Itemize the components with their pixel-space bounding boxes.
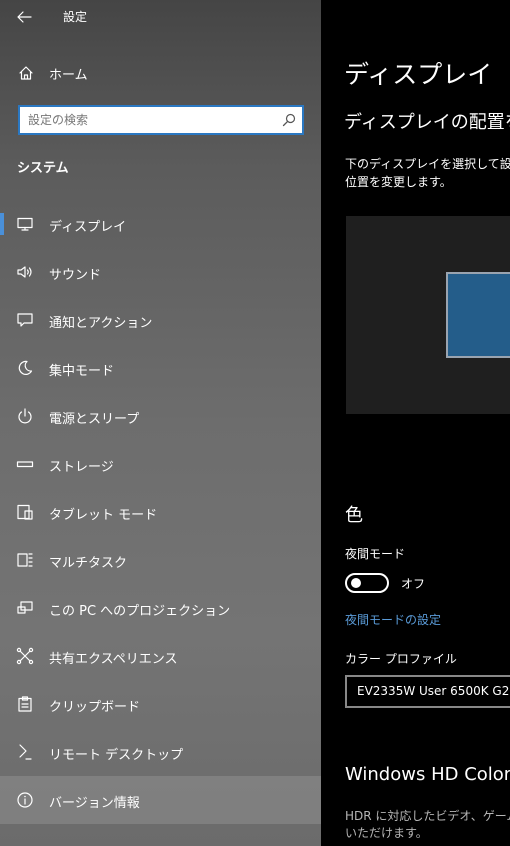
sidebar-item-label: 集中モード [49, 364, 115, 379]
sidebar-item-notifications[interactable]: 通知とアクション [0, 296, 321, 344]
share-icon [16, 647, 34, 665]
main-panel: ディスプレイ ディスプレイの配置を変 下のディスプレイを選択して設定 位置を変更… [321, 0, 510, 846]
moon-icon [18, 360, 33, 375]
hdr-heading: Windows HD Color [345, 764, 510, 785]
section-title: システム [17, 161, 69, 176]
sidebar-item-label: リモート デスクトップ [49, 748, 184, 763]
page-title: ディスプレイ [344, 60, 493, 89]
sidebar-item-remote-desktop[interactable]: リモート デスクトップ [0, 728, 321, 776]
back-button[interactable] [12, 6, 38, 28]
tablet-icon [17, 504, 33, 520]
sidebar-item-label: ディスプレイ [49, 220, 127, 235]
window-title: 設定 [63, 10, 88, 24]
sidebar-item-about[interactable]: バージョン情報 [0, 776, 321, 824]
sidebar-item-multitasking[interactable]: マルチタスク [0, 536, 321, 584]
night-mode-settings-link[interactable]: 夜間モードの設定 [345, 611, 441, 628]
color-profile-dropdown[interactable]: EV2335W User 6500K G2 [345, 675, 510, 708]
sidebar-item-label: バージョン情報 [49, 796, 140, 811]
arrange-description-line: 下のディスプレイを選択して設定 [345, 157, 510, 171]
sidebar-item-label: 電源とスリープ [49, 412, 140, 427]
search-box[interactable] [18, 105, 304, 135]
sidebar-item-label: サウンド [49, 268, 102, 283]
storage-icon [16, 461, 34, 468]
sidebar-item-label: クリップボード [49, 700, 141, 715]
sidebar: 設定 ホーム システム ディスプレイ [0, 0, 321, 846]
sidebar-item-label: 通知とアクション [49, 316, 153, 331]
sidebar-item-tablet-mode[interactable]: タブレット モード [0, 488, 321, 536]
night-mode-toggle[interactable] [345, 573, 389, 593]
sidebar-item-focus-assist[interactable]: 集中モード [0, 344, 321, 392]
back-arrow-icon [17, 11, 32, 23]
arrange-description-line: 位置を変更します。 [345, 175, 452, 189]
remote-desktop-icon [19, 744, 32, 760]
clipboard-icon [18, 696, 32, 712]
power-icon [18, 408, 32, 424]
sidebar-item-label: マルチタスク [49, 556, 128, 571]
night-mode-label: 夜間モード [345, 547, 406, 561]
speaker-icon [17, 266, 32, 278]
projection-icon [17, 601, 33, 614]
sidebar-item-shared-experiences[interactable]: 共有エクスペリエンス [0, 632, 321, 680]
title-bar: 設定 [0, 0, 321, 34]
home-label: ホーム [49, 68, 88, 83]
arrange-description: 下のディスプレイを選択して設定 位置を変更します。 [345, 155, 510, 191]
search-icon[interactable] [282, 113, 296, 127]
nav-list: ディスプレイ サウンド 通知とアクション 集中モード 電源とスリープ ストレージ… [0, 200, 321, 824]
night-mode-state: オフ [401, 577, 426, 591]
display-arrangement-area [346, 216, 510, 414]
settings-window: 設定 ホーム システム ディスプレイ [0, 0, 510, 846]
color-heading: 色 [345, 505, 363, 526]
sidebar-item-label: この PC へのプロジェクション [49, 604, 231, 619]
home-icon [19, 66, 33, 80]
sidebar-item-sound[interactable]: サウンド [0, 248, 321, 296]
home-nav-item[interactable]: ホーム [0, 56, 321, 90]
hdr-description-line: いただけます。 [345, 826, 428, 840]
sidebar-item-label: 共有エクスペリエンス [49, 652, 178, 667]
multitask-icon [17, 553, 33, 567]
sidebar-item-label: ストレージ [49, 460, 114, 475]
message-icon [17, 313, 33, 327]
sidebar-item-label: タブレット モード [49, 508, 158, 523]
selection-indicator [0, 213, 4, 235]
hdr-description-line: HDR に対応したビデオ、ゲーム、 [345, 809, 510, 823]
monitor-icon [17, 217, 33, 231]
color-profile-value: EV2335W User 6500K G2 [357, 684, 510, 698]
info-icon [17, 792, 33, 808]
display-1-tile[interactable] [446, 272, 510, 358]
arrange-heading: ディスプレイの配置を変 [344, 112, 510, 133]
hdr-description: HDR に対応したビデオ、ゲーム、 いただけます。 [345, 808, 510, 842]
sidebar-item-storage[interactable]: ストレージ [0, 440, 321, 488]
sidebar-item-power[interactable]: 電源とスリープ [0, 392, 321, 440]
toggle-knob [351, 578, 361, 588]
sidebar-item-projection[interactable]: この PC へのプロジェクション [0, 584, 321, 632]
sidebar-item-display[interactable]: ディスプレイ [0, 200, 321, 248]
sidebar-item-clipboard[interactable]: クリップボード [0, 680, 321, 728]
color-profile-label: カラー プロファイル [345, 652, 457, 666]
search-input[interactable] [28, 111, 268, 129]
